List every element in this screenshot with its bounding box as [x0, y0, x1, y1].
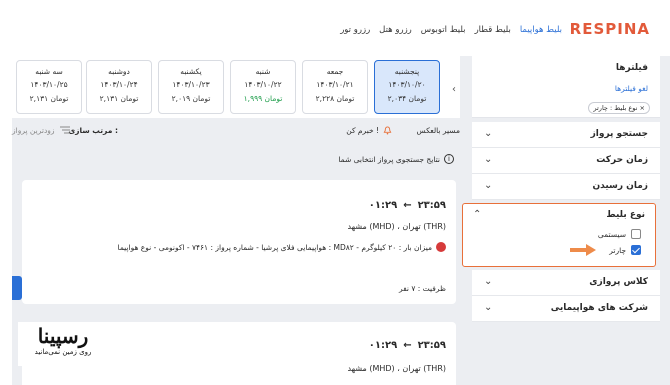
filter-label: شرکت های هواپیمایی: [550, 303, 648, 313]
flight-route: مشهد (MHD) ، تهران (THR): [347, 364, 446, 373]
date-day: جمعه: [326, 67, 344, 76]
date-value: ۱۴۰۳/۱۰/۲۲: [244, 80, 282, 89]
date-price: ۲,۰۱۹ تومان: [171, 94, 211, 103]
sort-earliest-option[interactable]: زودترین پرواز: [12, 126, 55, 135]
chevron-down-icon: ⌄: [484, 180, 493, 191]
active-filter-chip[interactable]: نوع بلیط : چارتر ×: [588, 102, 650, 114]
airline-logo-icon: [436, 242, 446, 252]
nav-hotel-booking[interactable]: رزرو هتل: [379, 25, 412, 35]
option-label: سیستمی: [597, 229, 626, 239]
flight-details-text: هواپیمایی فلای پرشیا - شماره پرواز : ۷۴۶…: [117, 242, 432, 252]
date-card[interactable]: دوشنبه ۱۴۰۳/۱۰/۲۴ ۲,۱۳۱ تومان: [86, 60, 152, 114]
arrival-time: ۰۱:۲۹: [368, 200, 398, 211]
arrow-right-icon: [570, 244, 596, 256]
flight-capacity: ظرفیت : ۷ نفر: [398, 284, 446, 293]
nav-tour-booking[interactable]: رزرو تور: [340, 25, 370, 35]
date-card[interactable]: یکشنبه ۱۴۰۳/۱۰/۲۳ ۲,۰۱۹ تومان: [158, 60, 224, 114]
notify-me-label: خبرم کن !: [346, 126, 379, 135]
arrow-left-icon: ←: [403, 340, 412, 351]
clear-filters-link[interactable]: لغو فیلترها: [615, 84, 648, 93]
date-price: ۲,۱۳۱ تومان: [99, 94, 139, 103]
departure-time: ۲۳:۵۹: [417, 340, 446, 351]
brand-logo[interactable]: RESPINA: [570, 20, 650, 38]
top-navbar: RESPINA بلیط هواپیما بلیط قطار بلیط اتوب…: [0, 0, 670, 56]
sort-label: مرتب سازی :: [68, 126, 118, 135]
left-panel-edge: [0, 56, 12, 385]
sort-bar: مسیر بالعکس خبرم کن ! مرتب سازی : زودتری…: [12, 118, 460, 168]
results-note-text: نتایج جستجوی پرواز انتخابی شما: [338, 154, 440, 164]
nav-flight-tickets[interactable]: بلیط هواپیما: [520, 25, 562, 35]
chevron-down-icon: ⌄: [484, 154, 493, 165]
sort-icon: [60, 126, 70, 134]
arrow-left-icon: ←: [403, 200, 412, 211]
date-value: ۱۴۰۳/۱۰/۲۵: [30, 80, 68, 89]
bell-icon: [383, 126, 392, 135]
date-price: ۲,۰۳۴ تومان: [387, 94, 427, 103]
filter-departure-time[interactable]: زمان حرکت ⌄: [472, 148, 660, 174]
flight-details: هواپیمایی فلای پرشیا - شماره پرواز : ۷۴۶…: [118, 242, 446, 252]
date-day: سه شنبه: [35, 67, 63, 76]
date-day: دوشنبه: [108, 67, 130, 76]
filter-arrival-time[interactable]: زمان رسیدن ⌄: [472, 174, 660, 200]
filter-label: نوع بلیط: [606, 210, 645, 220]
date-value: ۱۴۰۳/۱۰/۲۳: [172, 80, 210, 89]
date-price-lowest: ۱,۹۹۹ تومان: [243, 94, 283, 103]
date-day: پنجشنبه: [394, 67, 420, 76]
nav-train-tickets[interactable]: بلیط قطار: [475, 25, 511, 35]
filter-label: زمان رسیدن: [592, 181, 648, 191]
date-card-selected[interactable]: پنجشنبه ۱۴۰۳/۱۰/۲۰ ۲,۰۳۴ تومان: [374, 60, 440, 114]
date-day: شنبه: [255, 67, 271, 76]
respina-watermark: رسپینا روی زمین نمی‌مانید: [18, 322, 108, 366]
chevron-down-icon: ⌄: [484, 276, 493, 287]
filter-label: جستجو پرواز: [590, 129, 648, 139]
main-nav: بلیط هواپیما بلیط قطار بلیط اتوبوس رزرو …: [340, 25, 562, 35]
chevron-up-icon[interactable]: ⌃: [473, 210, 483, 220]
side-panel-toggle[interactable]: [12, 276, 22, 300]
date-price: ۲,۲۲۸ تومان: [315, 94, 355, 103]
results-note: i نتایج جستجوی پرواز انتخابی شما: [338, 154, 454, 164]
chevron-down-icon: ⌄: [484, 128, 493, 139]
filter-label: کلاس پروازی: [589, 277, 648, 287]
date-card[interactable]: سه شنبه ۱۴۰۳/۱۰/۲۵ ۲,۱۳۱ تومان: [16, 60, 82, 114]
departure-time: ۲۳:۵۹: [417, 200, 446, 211]
filter-flight-class[interactable]: کلاس پروازی ⌄: [472, 270, 660, 296]
filter-search-flight[interactable]: جستجو پرواز ⌄: [472, 122, 660, 148]
nav-bus-tickets[interactable]: بلیط اتوبوس: [421, 25, 466, 35]
ticket-type-option-system[interactable]: سیستمی: [598, 229, 641, 239]
chevron-left-icon[interactable]: ‹: [452, 84, 456, 95]
flight-times: ۲۳:۵۹ ← ۰۱:۲۹: [369, 340, 446, 351]
chevron-down-icon: ⌄: [484, 302, 493, 313]
filters-header: فیلترها لغو فیلترها نوع بلیط : چارتر ×: [472, 56, 660, 118]
arrival-time: ۰۱:۲۹: [368, 340, 398, 351]
date-price: ۲,۱۳۱ تومان: [29, 94, 69, 103]
watermark-slogan: روی زمین نمی‌مانید: [34, 348, 92, 356]
flight-card[interactable]: ۲۳:۵۹ ← ۰۱:۲۹ مشهد (MHD) ، تهران (THR) ه…: [22, 180, 456, 304]
option-label: چارتر: [609, 245, 626, 255]
info-icon: i: [444, 154, 454, 164]
flight-times: ۲۳:۵۹ ← ۰۱:۲۹: [369, 200, 446, 211]
filter-ticket-type: نوع بلیط ⌃ سیستمی چارتر: [462, 203, 656, 267]
date-card[interactable]: شنبه ۱۴۰۳/۱۰/۲۲ ۱,۹۹۹ تومان: [230, 60, 296, 114]
filters-title: فیلترها: [615, 63, 648, 73]
ticket-type-option-charter[interactable]: چارتر: [609, 245, 641, 255]
filter-label: زمان حرکت: [596, 155, 648, 165]
date-strip: ‹ پنجشنبه ۱۴۰۳/۱۰/۲۰ ۲,۰۳۴ تومان جمعه ۱۴…: [12, 56, 460, 118]
date-value: ۱۴۰۳/۱۰/۲۴: [100, 80, 138, 89]
reverse-route-button[interactable]: مسیر بالعکس: [417, 126, 460, 135]
close-icon[interactable]: ×: [640, 104, 645, 112]
date-value: ۱۴۰۳/۱۰/۲۱: [316, 80, 354, 89]
chip-label: نوع بلیط : چارتر: [593, 104, 638, 112]
notify-me-button[interactable]: خبرم کن !: [346, 126, 392, 135]
system-checkbox[interactable]: [631, 229, 641, 239]
filter-airlines[interactable]: شرکت های هواپیمایی ⌄: [472, 296, 660, 322]
watermark-logo-text: رسپینا: [37, 324, 89, 348]
date-card[interactable]: جمعه ۱۴۰۳/۱۰/۲۱ ۲,۲۲۸ تومان: [302, 60, 368, 114]
date-value: ۱۴۰۳/۱۰/۲۰: [388, 80, 426, 89]
date-day: یکشنبه: [180, 67, 202, 76]
charter-checkbox[interactable]: [631, 245, 641, 255]
flight-route: مشهد (MHD) ، تهران (THR): [347, 222, 446, 231]
